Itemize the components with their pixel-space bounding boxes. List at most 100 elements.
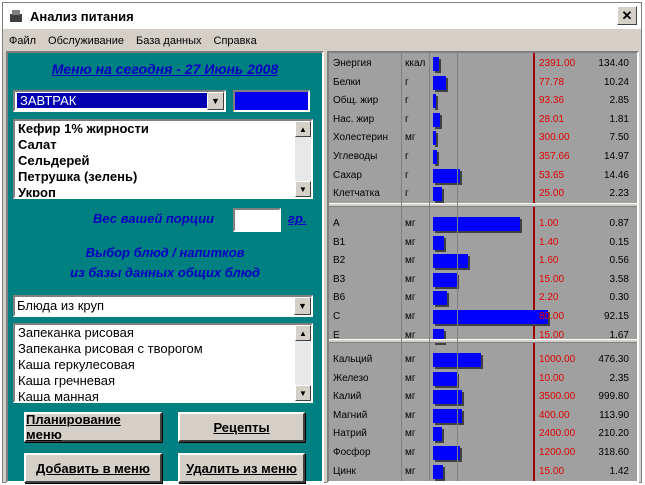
category-select[interactable]: Блюда из круп ▼: [13, 295, 313, 317]
menu-file[interactable]: Файл: [3, 35, 42, 47]
meal-color-indicator: [233, 90, 310, 112]
scroll-down-icon[interactable]: ▼: [295, 181, 311, 197]
menu-help[interactable]: Справка: [208, 35, 263, 47]
chevron-down-icon[interactable]: ▼: [294, 297, 311, 315]
nutrient-norm: 93.36: [539, 95, 565, 107]
nutrient-row: Железо мг 10.00 2.35: [329, 370, 637, 388]
select-label-line1: Выбор блюд / напитков: [85, 245, 245, 260]
nutrient-bar: [433, 112, 440, 127]
remove-from-menu-button[interactable]: Удалить из меню: [178, 453, 305, 483]
list-item[interactable]: Укроп: [15, 185, 311, 197]
meal-select[interactable]: ЗАВТРАК ▼: [13, 90, 226, 112]
list-item[interactable]: Петрушка (зелень): [15, 169, 311, 185]
category-select-value: Блюда из круп: [17, 298, 105, 313]
list-item[interactable]: Каша геркулесовая: [15, 357, 311, 373]
nutrient-row: Натрий мг 2400.00 210.20: [329, 425, 637, 443]
nutrient-unit: мг: [405, 255, 416, 267]
nutrient-unit: мг: [405, 428, 416, 440]
nutrient-norm: 15.00: [539, 465, 565, 477]
scrollbar[interactable]: ▲ ▼: [295, 121, 311, 197]
nutrient-unit: мг: [405, 236, 416, 248]
nutrient-norm: 2400.00: [539, 428, 576, 440]
nutrient-bar: [433, 371, 457, 386]
nutrient-norm: 10.00: [539, 372, 565, 384]
title-bar: Анализ питания ✕: [3, 3, 641, 29]
nutrient-norm: 3500.00: [539, 391, 576, 403]
nutrient-unit: г: [405, 169, 409, 181]
meal-select-value: ЗАВТРАК: [17, 93, 222, 108]
nutrient-actual: 14.97: [603, 151, 629, 162]
menu-items-list[interactable]: Кефир 1% жирности Салат Сельдерей Петруш…: [13, 119, 313, 199]
nutrient-norm: 1.40: [539, 236, 559, 248]
column-divider: [457, 53, 458, 481]
app-icon: [10, 10, 22, 22]
nutrient-name: B1: [333, 236, 346, 248]
nutrient-bar: [433, 446, 460, 460]
nutrient-name: A: [333, 218, 340, 229]
nutrient-row: Калий мг 3500.00 999.80: [329, 388, 637, 406]
nutrient-name: Цинк: [333, 465, 356, 477]
nutrient-name: B2: [333, 255, 346, 267]
list-item[interactable]: Запеканка рисовая с творогом: [15, 341, 311, 357]
nutrient-bar: [433, 168, 460, 183]
list-item[interactable]: Каша манная: [15, 389, 311, 401]
nutrient-actual: 92.15: [603, 311, 629, 322]
group-separator: [329, 203, 637, 207]
nutrient-row: Цинк мг 15.00 1.42: [329, 463, 637, 481]
nutrient-name: Кальций: [333, 354, 373, 365]
scroll-down-icon[interactable]: ▼: [295, 385, 311, 401]
menu-panel: Меню на сегодня - 27 Июнь 2008 ЗАВТРАК ▼…: [6, 51, 324, 483]
chevron-down-icon[interactable]: ▼: [207, 92, 224, 110]
list-item[interactable]: Сельдерей: [15, 153, 311, 169]
column-divider: [401, 53, 402, 481]
nutrient-norm: 400.00: [539, 409, 570, 421]
nutrient-row: Нас. жир г 28.01 1.81: [329, 111, 637, 129]
list-item[interactable]: Каша гречневая: [15, 373, 311, 389]
nutrient-name: B3: [333, 273, 346, 285]
nutrient-norm: 357.66: [539, 151, 570, 162]
scrollbar[interactable]: ▲ ▼: [295, 325, 311, 401]
nutrient-actual: 14.46: [603, 169, 629, 181]
nutrient-row: Cмг 80.00 92.15: [329, 308, 637, 326]
nutrient-unit: г: [405, 76, 409, 88]
list-item[interactable]: Салат: [15, 137, 311, 153]
nutrient-actual: 0.56: [609, 255, 629, 267]
nutrient-actual: 0.87: [609, 218, 629, 229]
select-label-line2: из базы данных общих блюд: [70, 265, 260, 280]
menu-bar: Файл Обслуживание База данных Справка: [3, 31, 641, 51]
list-item[interactable]: Запеканка рисовая: [15, 325, 311, 341]
nutrient-bar: [433, 94, 436, 109]
plan-menu-button[interactable]: Планирование меню: [24, 412, 162, 442]
nutrient-row: Фосфор мг 1200.00 318.60: [329, 444, 637, 462]
close-button[interactable]: ✕: [617, 6, 637, 25]
menu-date-header: Меню на сегодня - 27 Июнь 2008: [51, 61, 279, 77]
nutrient-bar: [433, 75, 446, 90]
nutrient-row: Энергия ккал 2391.00 134.40: [329, 55, 637, 73]
nutrient-name: Фосфор: [333, 447, 371, 458]
recipes-button[interactable]: Рецепты: [178, 412, 305, 442]
nutrient-norm: 300.00: [539, 132, 570, 144]
dishes-list[interactable]: Запеканка рисовая Запеканка рисовая с тв…: [13, 323, 313, 403]
menu-service[interactable]: Обслуживание: [42, 35, 130, 47]
nutrient-bar: [433, 131, 436, 146]
list-item[interactable]: Кефир 1% жирности: [15, 121, 311, 137]
nutrient-actual: 7.50: [609, 132, 629, 144]
group-separator: [329, 339, 637, 343]
nutrient-unit: мг: [405, 354, 416, 365]
nutrient-norm: 53.65: [539, 169, 565, 181]
nutrient-actual: 10.24: [603, 76, 629, 88]
nutrient-row: Углеводы г 357.66 14.97: [329, 148, 637, 166]
nutrient-row: Aмг 1.00 0.87: [329, 215, 637, 233]
portion-input[interactable]: [233, 208, 281, 232]
nutrient-row: B2 мг 1.60 0.56: [329, 252, 637, 270]
nutrient-norm: 77.78: [539, 76, 565, 88]
nutrient-name: B6: [333, 292, 346, 304]
add-to-menu-button[interactable]: Добавить в меню: [24, 453, 162, 483]
scroll-up-icon[interactable]: ▲: [295, 121, 311, 137]
menu-database[interactable]: База данных: [130, 35, 208, 47]
scroll-up-icon[interactable]: ▲: [295, 325, 311, 341]
nutrient-actual: 134.40: [598, 58, 629, 69]
nutrient-unit: мг: [405, 465, 416, 477]
nutrient-panel: Энергия ккал 2391.00 134.40 Белки г 77.78 10.24…: [327, 51, 639, 483]
nutrient-row: Общ. жир г 93.36 2.85: [329, 92, 637, 110]
